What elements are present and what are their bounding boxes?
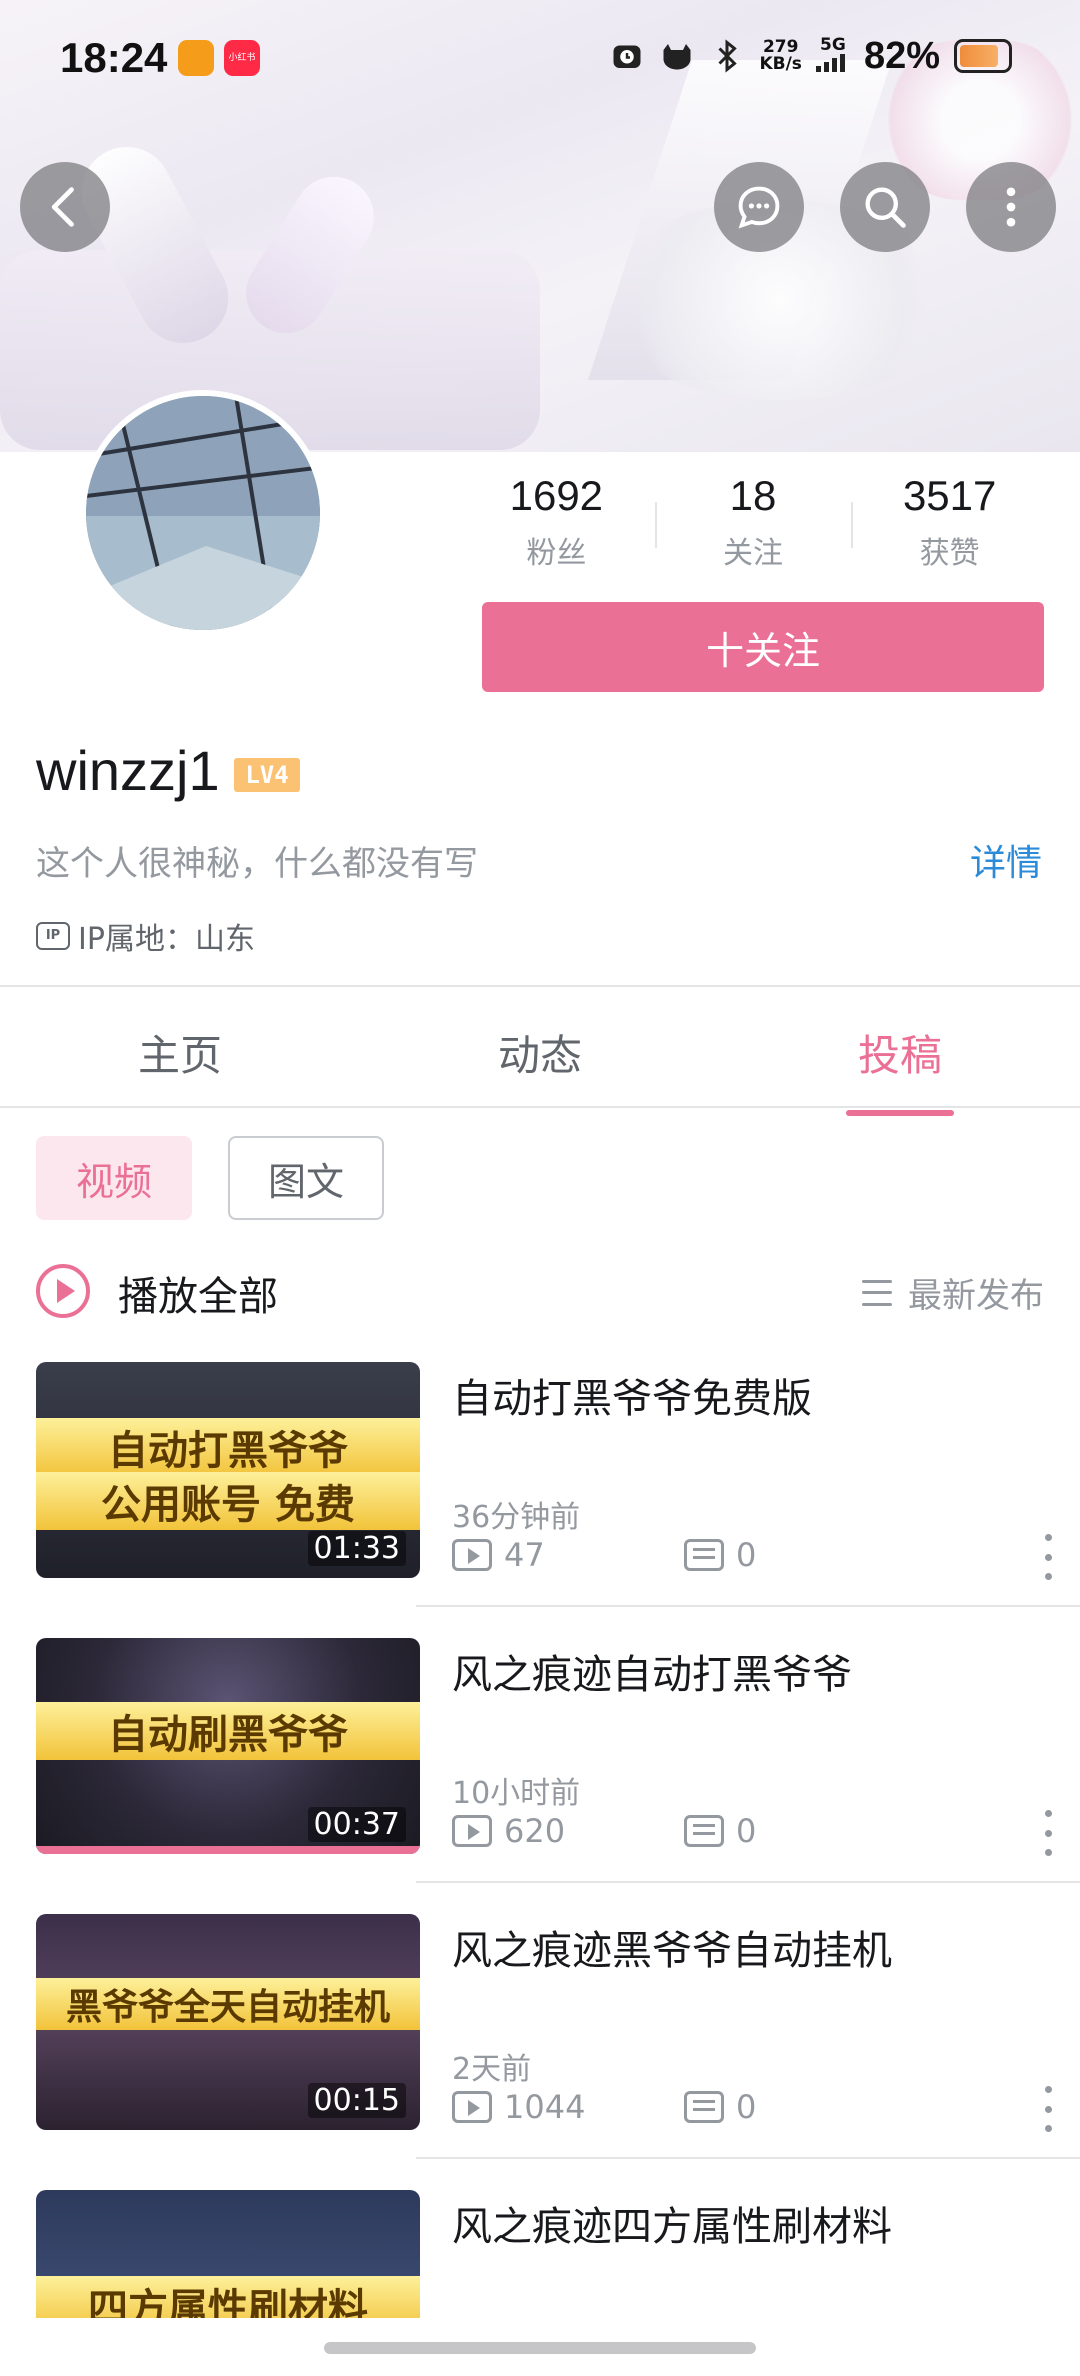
list-sort-icon — [862, 1279, 892, 1306]
stat-value: 18 — [729, 472, 777, 519]
back-arrow-icon — [51, 187, 74, 227]
avatar[interactable] — [80, 390, 326, 636]
stat-label: 粉丝 — [526, 536, 587, 571]
play-all-button[interactable]: 播放全部 — [118, 1264, 278, 1322]
filter-article-chip[interactable]: 图文 — [228, 1136, 384, 1220]
tabs-divider — [0, 1106, 1080, 1108]
video-duration: 00:37 — [307, 1807, 406, 1842]
video-more-icon[interactable] — [1038, 1534, 1058, 1580]
video-duration: 01:33 — [307, 1531, 406, 1566]
back-button[interactable] — [20, 162, 110, 252]
network-speed: 279 KB/s — [759, 37, 802, 74]
play-all-icon[interactable] — [36, 1264, 90, 1318]
filter-video-chip[interactable]: 视频 — [36, 1136, 192, 1220]
video-title[interactable]: 风之痕迹自动打黑爷爷 — [452, 1642, 852, 1700]
view-count: 620 — [452, 1812, 565, 1850]
view-count: 47 — [452, 1536, 545, 1574]
thumb-text: 公用账号 免费 — [36, 1472, 420, 1530]
cat-icon — [663, 44, 691, 70]
comment-count: 0 — [684, 1812, 756, 1850]
video-thumbnail[interactable]: 自动刷黑爷爷 00:37 — [36, 1638, 420, 1854]
signal-indicator: 5G — [815, 36, 850, 76]
battery-level — [960, 45, 998, 67]
ip-location-row: IP IP属地：山东 — [36, 914, 255, 958]
search-icon — [865, 187, 906, 228]
stat-value: 1692 — [509, 472, 604, 519]
comment-icon — [684, 1815, 724, 1847]
tab-uploads[interactable]: 投稿 — [720, 996, 1080, 1116]
xiaohongshu-notification-icon: 小红书 — [224, 40, 260, 76]
thumb-text: 自动打黑爷爷 — [36, 1418, 420, 1476]
section-divider — [0, 985, 1080, 987]
status-bar: 18:24 小红书 279 KB/s 5G 82% — [0, 0, 1080, 120]
video-item[interactable]: 黑爷爷全天自动挂机 00:15 风之痕迹黑爷爷自动挂机 2天前 1044 0 — [36, 1914, 1080, 2190]
more-vertical-icon — [1006, 187, 1016, 227]
profile-stats: 1692 粉丝 18 关注 3517 获赞 — [458, 470, 1048, 580]
battery-icon — [954, 39, 1012, 73]
comment-icon — [684, 1539, 724, 1571]
play-count-icon — [452, 1815, 492, 1847]
tab-dynamics[interactable]: 动态 — [360, 996, 720, 1116]
sort-label: 最新发布 — [908, 1276, 1044, 1316]
app-notification-icon — [178, 40, 214, 76]
bio-text: 这个人很神秘，什么都没有写 — [36, 844, 478, 884]
comment-count: 0 — [684, 2088, 756, 2126]
stat-followers[interactable]: 1692 粉丝 — [458, 470, 655, 580]
stat-likes[interactable]: 3517 获赞 — [851, 470, 1048, 580]
video-thumbnail[interactable]: 黑爷爷全天自动挂机 00:15 — [36, 1914, 420, 2130]
list-divider — [416, 1881, 1080, 1883]
detail-link[interactable]: 详情 — [970, 834, 1042, 886]
signal-bars-icon — [815, 53, 845, 72]
video-more-icon[interactable] — [1038, 2086, 1058, 2132]
stat-label: 关注 — [723, 536, 783, 571]
status-time: 18:24 — [60, 34, 168, 81]
battery-percent: 82% — [863, 34, 940, 77]
video-item[interactable]: 自动打黑爷爷 公用账号 免费 01:33 自动打黑爷爷免费版 36分钟前 47 … — [36, 1362, 1080, 1638]
video-title[interactable]: 自动打黑爷爷免费版 — [452, 1366, 812, 1424]
video-item[interactable]: 自动刷黑爷爷 00:37 风之痕迹自动打黑爷爷 10小时前 620 0 — [36, 1638, 1080, 1914]
video-meta: 620 0 — [452, 1810, 1062, 1856]
ip-icon: IP — [36, 922, 70, 950]
list-divider — [416, 2157, 1080, 2159]
more-button[interactable] — [966, 162, 1056, 252]
search-button[interactable] — [840, 162, 930, 252]
video-thumbnail[interactable]: 自动打黑爷爷 公用账号 免费 01:33 — [36, 1362, 420, 1578]
video-title[interactable]: 风之痕迹四方属性刷材料 — [452, 2194, 892, 2252]
stat-value: 3517 — [902, 472, 997, 519]
stat-following[interactable]: 18 关注 — [654, 470, 852, 580]
username: winzzj1 — [36, 739, 220, 802]
video-meta: 1044 0 — [452, 2086, 1062, 2132]
follow-button[interactable]: 十关注 — [482, 602, 1044, 692]
tab-home[interactable]: 主页 — [0, 996, 360, 1116]
chat-bubble-icon — [738, 186, 780, 229]
video-time: 10小时前 — [452, 1776, 581, 1811]
view-count: 1044 — [452, 2088, 585, 2126]
thumb-text: 自动刷黑爷爷 — [36, 1702, 420, 1760]
level-badge: LV4 — [234, 758, 300, 792]
alarm-icon — [613, 45, 641, 68]
ip-location-text: IP属地：山东 — [78, 922, 255, 957]
video-time: 2天前 — [452, 2052, 532, 2087]
list-divider — [416, 1605, 1080, 1607]
comment-icon — [684, 2091, 724, 2123]
bluetooth-icon — [718, 39, 738, 73]
video-meta: 47 0 — [452, 1534, 1062, 1580]
video-duration: 00:15 — [307, 2083, 406, 2118]
home-indicator[interactable] — [324, 2342, 756, 2354]
profile-tabs: 主页 动态 投稿 — [0, 996, 1080, 1116]
video-more-icon[interactable] — [1038, 1810, 1058, 1856]
sort-button[interactable]: 最新发布 — [862, 1268, 1044, 1317]
play-count-icon — [452, 2091, 492, 2123]
play-count-icon — [452, 1539, 492, 1571]
comment-count: 0 — [684, 1536, 756, 1574]
stat-label: 获赞 — [919, 536, 980, 571]
thumb-text: 黑爷爷全天自动挂机 — [36, 1978, 420, 2030]
play-all-row: 播放全部 最新发布 — [36, 1256, 1044, 1326]
watch-progress — [36, 1846, 420, 1854]
message-button[interactable] — [714, 162, 804, 252]
video-title[interactable]: 风之痕迹黑爷爷自动挂机 — [452, 1918, 892, 1976]
video-time: 36分钟前 — [452, 1500, 581, 1535]
status-icons: 279 KB/s 5G 82% — [609, 34, 1012, 78]
